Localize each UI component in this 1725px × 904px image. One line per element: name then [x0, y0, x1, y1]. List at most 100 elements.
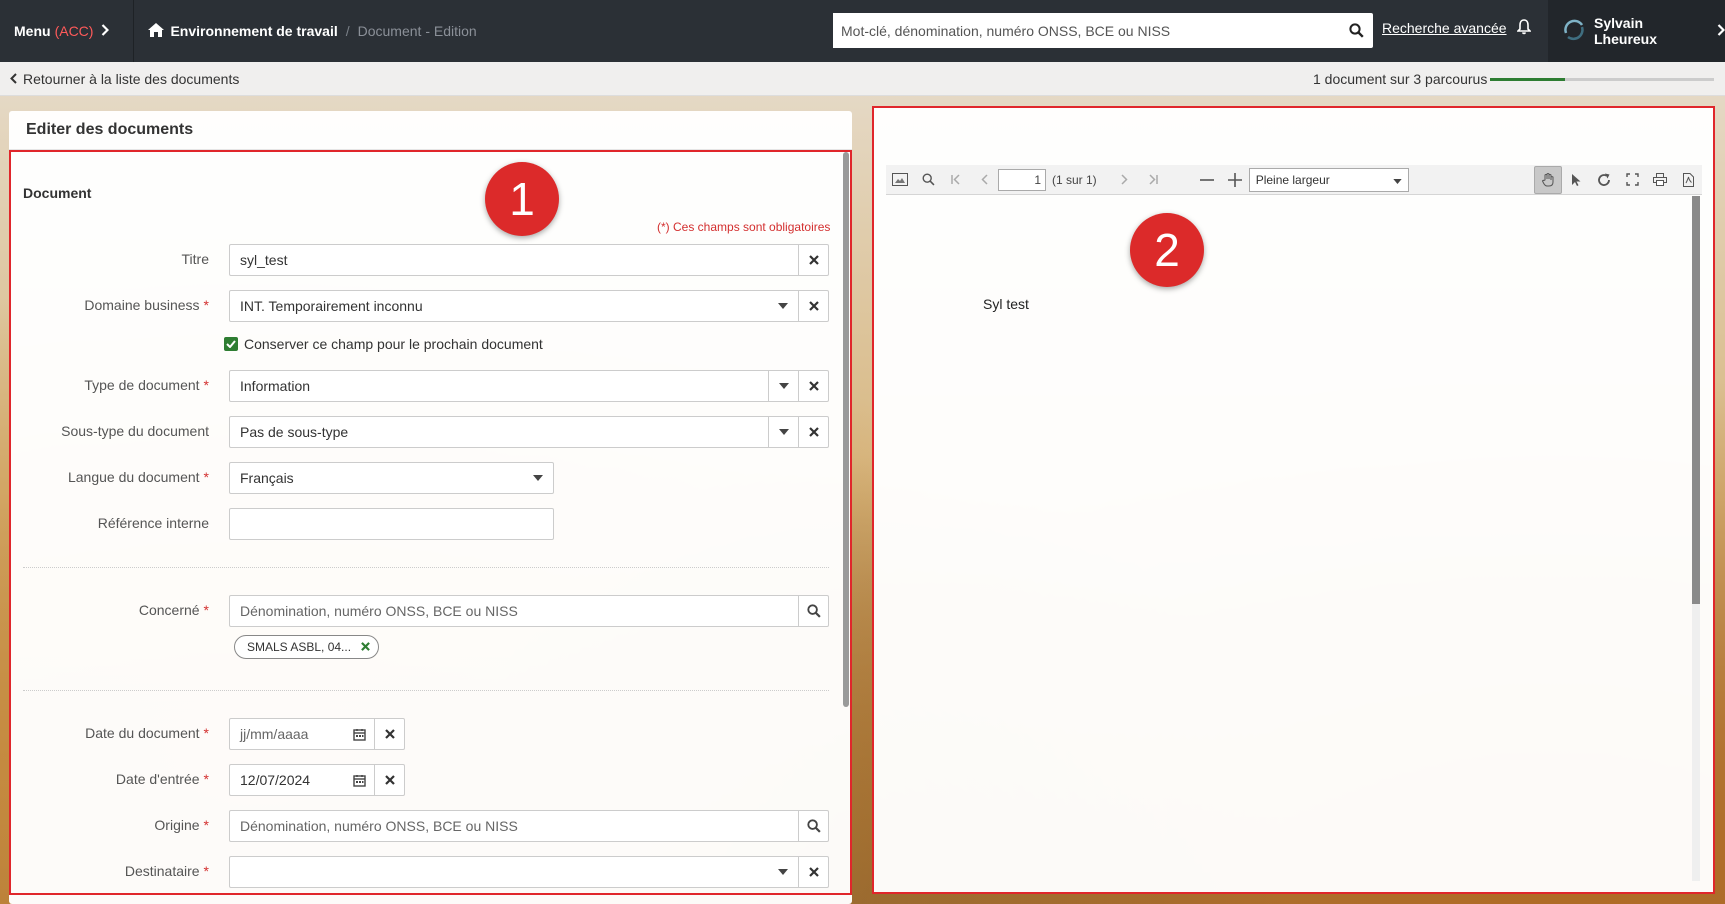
concerne-search[interactable]: Dénomination, numéro ONSS, BCE ou NISS: [229, 595, 829, 627]
user-menu[interactable]: Sylvain Lheureux: [1548, 0, 1725, 62]
sub-navigation-bar: Retourner à la liste des documents 1 doc…: [0, 62, 1725, 96]
required-mark: *: [203, 297, 209, 313]
soustype-value: Pas de sous-type: [240, 424, 349, 440]
search-icon[interactable]: [798, 596, 828, 626]
soustype-label: Sous-type du document: [61, 423, 209, 439]
calendar-icon[interactable]: [344, 719, 374, 749]
page-number-input[interactable]: 1: [998, 168, 1046, 191]
clear-icon[interactable]: [374, 719, 404, 749]
divider: [23, 567, 829, 568]
avatar: [1562, 18, 1586, 45]
chip-label: SMALS ASBL, 04...: [247, 640, 352, 654]
clear-icon[interactable]: [798, 371, 828, 401]
required-mark: *: [203, 771, 209, 787]
next-page-icon[interactable]: [1111, 166, 1139, 194]
download-pdf-icon[interactable]: [1674, 166, 1702, 194]
origine-label: Origine *: [154, 817, 209, 833]
annotation-badge-2: 2: [1130, 213, 1204, 287]
required-mark: *: [203, 863, 209, 879]
domaine-label: Domaine business *: [84, 297, 209, 313]
date-entree-value: 12/07/2024: [240, 772, 311, 788]
langue-label: Langue du document *: [68, 469, 209, 485]
destinataire-select[interactable]: [229, 856, 829, 888]
type-select[interactable]: Information: [229, 370, 829, 402]
global-search-input[interactable]: [833, 13, 1339, 48]
search-icon[interactable]: [1339, 23, 1373, 38]
zoom-out-icon[interactable]: [1193, 166, 1221, 194]
mandatory-note: (*) Ces champs sont obligatoires: [657, 220, 831, 234]
form-scrollbar[interactable]: [843, 152, 849, 707]
section-title: Document: [23, 185, 92, 201]
fullscreen-icon[interactable]: [1618, 166, 1646, 194]
caret-down-icon[interactable]: [523, 463, 553, 493]
date-doc-input[interactable]: jj/mm/aaaa: [229, 718, 405, 750]
user-name: Sylvain Lheureux: [1594, 15, 1658, 47]
date-doc-label-text: Date du document: [85, 725, 200, 741]
select-tool-icon[interactable]: [1562, 166, 1590, 194]
required-mark: *: [203, 725, 209, 741]
required-mark: *: [203, 377, 209, 393]
origine-search[interactable]: Dénomination, numéro ONSS, BCE ou NISS: [229, 810, 829, 842]
bell-icon[interactable]: [1516, 19, 1532, 38]
soustype-select[interactable]: Pas de sous-type: [229, 416, 829, 448]
caret-down-icon[interactable]: [768, 291, 798, 321]
back-to-list-link[interactable]: Retourner à la liste des documents: [10, 71, 239, 87]
progress-bar-fill: [1490, 78, 1565, 81]
reference-label: Référence interne: [98, 515, 209, 531]
rotate-icon[interactable]: [1590, 166, 1618, 194]
page-count: (1 sur 1): [1052, 172, 1097, 187]
search-icon[interactable]: [914, 166, 942, 194]
thumbnail-icon[interactable]: [886, 166, 914, 194]
progress-text: 1 document sur 3 parcourus: [1313, 70, 1488, 87]
previous-page-icon[interactable]: [970, 166, 998, 194]
date-doc-label: Date du document *: [85, 725, 209, 741]
breadcrumb-home[interactable]: Environnement de travail: [148, 22, 338, 40]
breadcrumb-current: Document - Edition: [357, 23, 477, 39]
reference-input[interactable]: [229, 508, 554, 540]
hand-tool-icon[interactable]: [1534, 165, 1562, 194]
last-page-icon[interactable]: [1139, 166, 1167, 194]
viewer-scrollbar-thumb[interactable]: [1692, 196, 1700, 604]
divider: [23, 690, 829, 691]
first-page-icon[interactable]: [942, 166, 970, 194]
caret-down-icon[interactable]: [768, 371, 798, 401]
clear-icon[interactable]: [374, 765, 404, 795]
caret-down-icon[interactable]: [768, 857, 798, 887]
clear-icon[interactable]: [798, 245, 828, 275]
panel-title: Editer des documents: [9, 111, 852, 150]
checkbox-checked-icon[interactable]: [224, 337, 238, 351]
clear-icon[interactable]: [798, 291, 828, 321]
chip-remove-icon[interactable]: [361, 640, 370, 654]
menu-button[interactable]: Menu (ACC): [0, 0, 123, 62]
langue-select[interactable]: Français: [229, 462, 554, 494]
home-icon: [148, 22, 165, 40]
type-label-text: Type de document: [84, 377, 200, 393]
date-entree-input[interactable]: 12/07/2024: [229, 764, 405, 796]
titre-label-text: Titre: [181, 251, 209, 267]
chevron-right-icon: [1717, 23, 1725, 39]
zoom-select[interactable]: Pleine largeur: [1248, 167, 1409, 192]
clear-icon[interactable]: [798, 857, 828, 887]
titre-value: syl_test: [240, 252, 288, 268]
annotation-badge-1: 1: [485, 162, 559, 236]
required-mark: *: [203, 602, 209, 618]
titre-field[interactable]: syl_test: [229, 244, 829, 276]
print-icon[interactable]: [1646, 166, 1674, 194]
zoom-in-icon[interactable]: [1221, 166, 1249, 194]
advanced-search-link[interactable]: Recherche avancée: [1382, 20, 1507, 36]
date-entree-label: Date d'entrée *: [116, 771, 209, 787]
document-viewer-panel: [874, 107, 1714, 893]
clear-icon[interactable]: [798, 417, 828, 447]
calendar-icon[interactable]: [344, 765, 374, 795]
keep-field-checkbox[interactable]: Conserver ce champ pour le prochain docu…: [224, 336, 543, 352]
soustype-label-text: Sous-type du document: [61, 423, 209, 439]
type-value: Information: [240, 378, 311, 394]
domaine-select[interactable]: INT. Temporairement inconnu: [229, 290, 829, 322]
progress-bar: [1490, 78, 1714, 81]
langue-label-text: Langue du document: [67, 469, 200, 485]
required-mark: *: [203, 817, 209, 833]
domaine-value: INT. Temporairement inconnu: [240, 298, 423, 314]
zoom-select-value: Pleine largeur: [1255, 172, 1330, 187]
caret-down-icon[interactable]: [768, 417, 798, 447]
search-icon[interactable]: [798, 811, 828, 841]
